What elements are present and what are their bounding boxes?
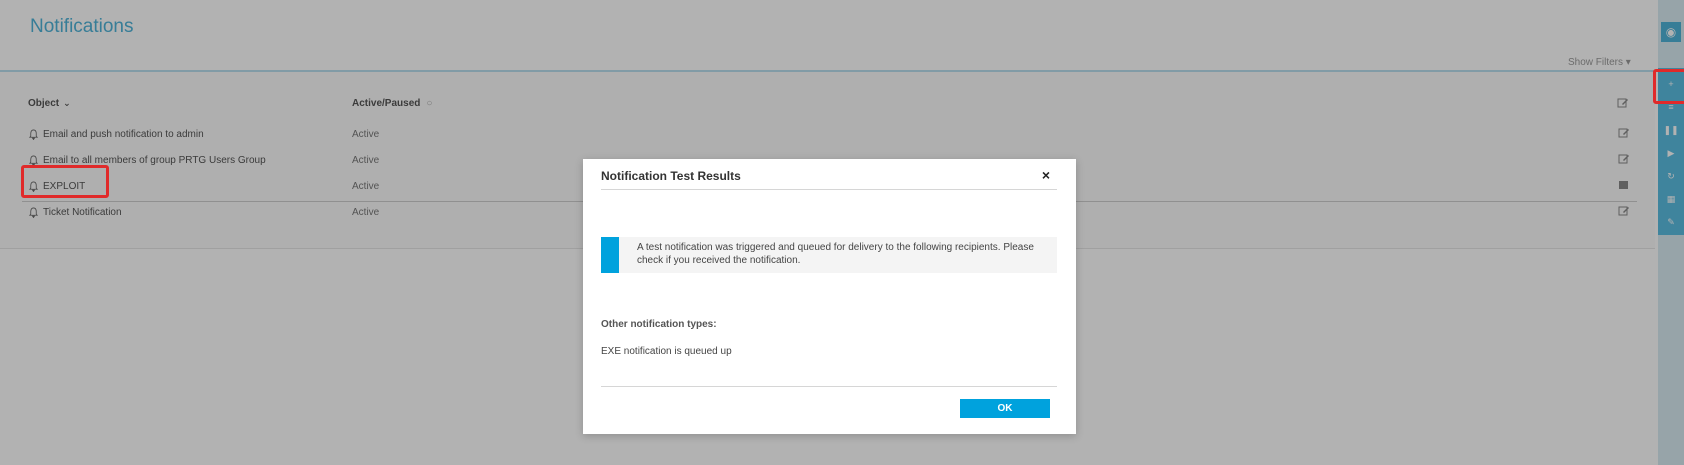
notification-test-dialog: Notification Test Results × A test notif… (583, 159, 1076, 434)
info-message: A test notification was triggered and qu… (637, 242, 1034, 266)
other-types-label: Other notification types: (601, 319, 717, 330)
info-accent-bar (601, 237, 619, 273)
info-message-box: A test notification was triggered and qu… (601, 237, 1057, 273)
dialog-divider-top (601, 189, 1057, 190)
highlight-toolbar-button (1653, 69, 1684, 104)
other-types-value: EXE notification is queued up (601, 346, 732, 357)
dialog-divider-bottom (601, 386, 1057, 387)
dialog-title: Notification Test Results (601, 169, 741, 183)
ok-button[interactable]: OK (960, 399, 1050, 418)
highlight-exploit-row (21, 165, 109, 198)
close-icon[interactable]: × (1038, 167, 1054, 183)
